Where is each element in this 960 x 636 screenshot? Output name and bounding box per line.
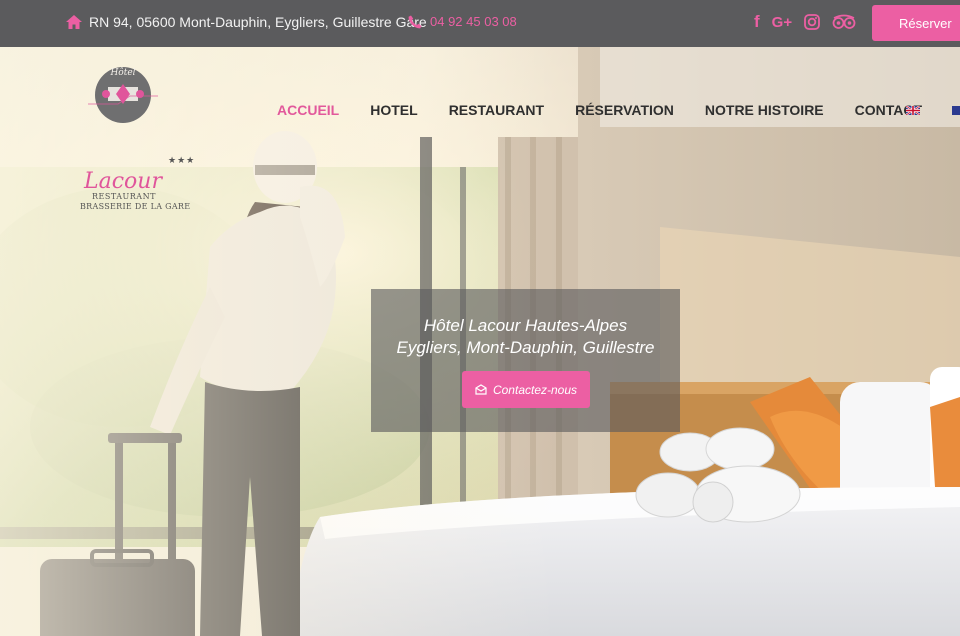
nav-item-reservation[interactable]: RÉSERVATION [575,102,674,118]
main-nav: ACCUEIL HOTEL RESTAURANT RÉSERVATION NOT… [277,102,953,118]
address-block: RN 94, 05600 Mont-Dauphin, Eygliers, Gui… [66,14,427,30]
hero-section: Hôtel ★★★ Lacour RESTAURANT BRASSERIE DE… [0,47,960,636]
hero-overlay: Hôtel Lacour Hautes-Alpes Eygliers, Mont… [371,289,680,432]
hero-title-line2: Eygliers, Mont-Dauphin, Guillestre [396,338,655,357]
top-bar: RN 94, 05600 Mont-Dauphin, Eygliers, Gui… [0,0,960,47]
nav-item-restaurant[interactable]: RESTAURANT [449,102,544,118]
hero-title-line1: Hôtel Lacour Hautes-Alpes [423,316,628,335]
logo-subtitle-brasserie: BRASSERIE DE LA GARE [80,202,191,211]
address-text: RN 94, 05600 Mont-Dauphin, Eygliers, Gui… [89,14,427,30]
phone-block[interactable]: 04 92 45 03 08 [408,14,517,29]
social-links: f G+ [754,12,856,32]
nav-item-notre-histoire[interactable]: NOTRE HISTOIRE [705,102,824,118]
logo-stars: ★★★ [168,155,196,165]
nav-item-accueil[interactable]: ACCUEIL [277,102,339,118]
envelope-icon [475,384,487,395]
google-plus-icon[interactable]: G+ [772,12,792,32]
contact-button[interactable]: Contactez-nous [462,371,590,408]
nav-item-hotel[interactable]: HOTEL [370,102,417,118]
phone-number[interactable]: 04 92 45 03 08 [430,14,517,29]
svg-text:Hôtel: Hôtel [109,67,135,78]
logo-emblem: Hôtel [88,67,158,123]
contact-button-label[interactable]: Contactez-nous [493,383,577,397]
phone-icon [408,15,422,28]
logo-name: Lacour [84,169,162,194]
logo-subtitle-restaurant: RESTAURANT [92,192,156,201]
instagram-icon[interactable] [804,12,821,32]
fr-flag-icon[interactable] [952,106,960,115]
tripadvisor-icon[interactable] [832,12,856,32]
home-icon [66,15,82,29]
uk-flag-icon[interactable] [906,106,920,115]
facebook-icon[interactable]: f [754,12,760,32]
reserve-button[interactable]: Réserver [872,5,960,41]
